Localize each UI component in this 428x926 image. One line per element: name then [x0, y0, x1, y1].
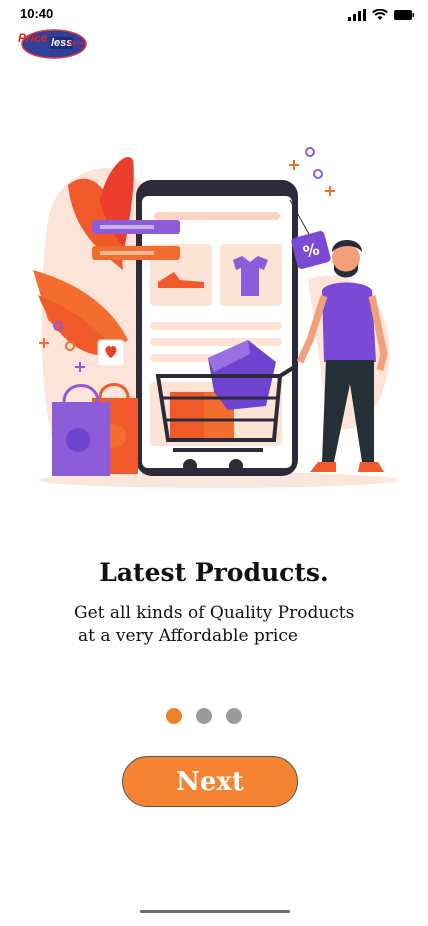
home-indicator[interactable]: [140, 910, 290, 913]
status-icons: [348, 9, 414, 21]
page-dot-1[interactable]: [166, 708, 182, 724]
man-illustration: [296, 240, 388, 472]
shopping-bags-illustration: [52, 383, 138, 476]
battery-icon: [394, 10, 414, 20]
wifi-icon: [372, 9, 388, 20]
subtitle-line-1: Get all kinds of Quality Products: [74, 603, 355, 623]
onboarding-subtitle: Get all kinds of Quality Products at a v…: [74, 602, 394, 648]
page-dot-2[interactable]: [196, 708, 212, 724]
page-indicator: [166, 708, 242, 724]
signal-icon: [348, 9, 366, 21]
priceless-stores-logo: Price less Stores: [16, 28, 88, 60]
status-bar: 10:40: [0, 0, 428, 26]
onboarding-title: Latest Products.: [99, 558, 329, 587]
status-time: 10:40: [20, 6, 54, 21]
subtitle-line-2: at a very Affordable price: [78, 626, 298, 646]
shopping-illustration: %: [33, 147, 398, 488]
page-dot-3[interactable]: [226, 708, 242, 724]
next-button[interactable]: Next: [122, 756, 298, 807]
